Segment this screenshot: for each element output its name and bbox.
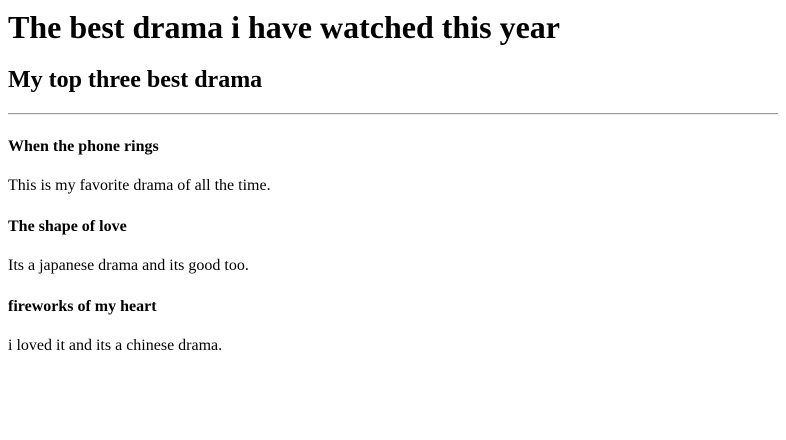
- drama-description: Its a japanese drama and its good too.: [8, 257, 249, 274]
- drama-item-when-the-phone-rings: When the phone rings This is my favorite…: [8, 137, 778, 195]
- divider: [8, 113, 778, 115]
- drama-title: fireworks of my heart: [8, 298, 157, 315]
- page-subtitle: My top three best drama: [8, 67, 263, 93]
- drama-list: When the phone rings This is my favorite…: [8, 137, 778, 355]
- drama-description: This is my favorite drama of all the tim…: [8, 177, 271, 194]
- drama-description: i loved it and its a chinese drama.: [8, 337, 223, 354]
- page-title: The best drama i have watched this year: [8, 9, 560, 45]
- drama-item-fireworks-of-my-heart: fireworks of my heart i loved it and its…: [8, 297, 778, 355]
- drama-title: When the phone rings: [8, 138, 159, 155]
- drama-item-the-shape-of-love: The shape of love Its a japanese drama a…: [8, 217, 778, 275]
- drama-title: The shape of love: [8, 218, 127, 235]
